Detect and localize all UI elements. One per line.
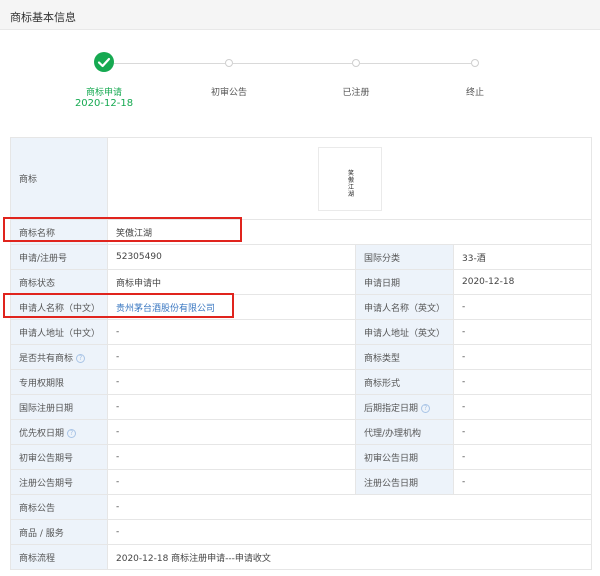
trademark-image-cell: 笑傲江湖	[106, 137, 593, 220]
field-label: 申请/注册号	[10, 244, 108, 270]
question-icon[interactable]: ?	[421, 403, 431, 413]
field-label: 专用权期限	[10, 369, 108, 395]
applicant-cn-link[interactable]: 贵州茅台酒股份有限公司	[116, 304, 215, 314]
applicant-cn-cell: 贵州茅台酒股份有限公司	[107, 294, 356, 320]
section-header: 商标基本信息	[0, 0, 600, 30]
trademark-image-text: 笑傲江湖	[347, 169, 354, 198]
step-date-apply: 2020-12-18	[74, 98, 134, 109]
table-row: 申请人名称（中文） 贵州茅台酒股份有限公司 申请人名称（英文） -	[10, 294, 593, 320]
field-label: 初审公告期号	[10, 444, 108, 470]
table-row: 商品 / 服务 -	[10, 519, 593, 545]
field-label-cell: 是否共有商标?	[10, 344, 108, 370]
table-row: 是否共有商标? - 商标类型 -	[10, 344, 593, 370]
field-label: 商标名称	[10, 219, 108, 245]
field-label: 代理/办理机构	[355, 419, 454, 445]
field-label: 注册公告日期	[355, 469, 454, 495]
step-dot	[225, 59, 233, 67]
step-label-terminated: 终止	[465, 88, 484, 98]
field-label: 商品 / 服务	[10, 519, 108, 545]
progress-steps: 商标申请 2020-12-18 初审公告 已注册 终止	[0, 40, 600, 120]
reg-no-value: 52305490	[107, 244, 356, 270]
field-label: 申请日期	[355, 269, 454, 295]
exclusive-period-value: -	[107, 369, 356, 395]
tm-type-value: -	[452, 344, 593, 370]
step-dot	[352, 59, 360, 67]
field-label-cell: 后期指定日期?	[355, 394, 454, 420]
table-row: 商标公告 -	[10, 494, 593, 520]
intl-class-value: 33-酒	[452, 244, 593, 270]
intl-reg-date-value: -	[107, 394, 356, 420]
status-value: 商标申请中	[107, 269, 356, 295]
goods-value: -	[106, 519, 593, 545]
table-row: 商标 笑傲江湖	[10, 137, 593, 220]
field-label: 申请人名称（中文）	[10, 294, 108, 320]
tm-form-value: -	[452, 369, 593, 395]
table-row: 国际注册日期 - 后期指定日期? -	[10, 394, 593, 420]
field-label: 初审公告日期	[355, 444, 454, 470]
step-label-registered: 已注册	[342, 88, 370, 98]
field-label: 商标形式	[355, 369, 454, 395]
progress-line	[233, 63, 352, 64]
applicant-en-value: -	[452, 294, 593, 320]
field-label: 商标公告	[10, 494, 108, 520]
address-en-value: -	[452, 319, 593, 345]
step-dot	[471, 59, 479, 67]
agency-value: -	[452, 419, 593, 445]
progress-line	[114, 63, 225, 64]
trademark-image[interactable]: 笑傲江湖	[318, 146, 382, 211]
check-circle-icon	[94, 52, 114, 72]
shared-value: -	[107, 344, 356, 370]
reg-ann-no-value: -	[107, 469, 356, 495]
table-row: 申请/注册号 52305490 国际分类 33-酒	[10, 244, 593, 270]
apply-date-value: 2020-12-18	[452, 269, 593, 295]
table-row: 优先权日期? - 代理/办理机构 -	[10, 419, 593, 445]
field-label: 国际注册日期	[10, 394, 108, 420]
address-cn-value: -	[107, 319, 356, 345]
table-row: 申请人地址（中文） - 申请人地址（英文） -	[10, 319, 593, 345]
trademark-info-table: 商标 笑傲江湖 商标名称 笑傲江湖 申请/注册号 52305490 国际分类 3…	[10, 137, 593, 570]
field-label: 后期指定日期	[364, 403, 419, 414]
field-label: 申请人地址（中文）	[10, 319, 108, 345]
trademark-name-value: 笑傲江湖	[106, 219, 593, 245]
step-label-prelim: 初审公告	[210, 88, 247, 98]
later-date-value: -	[452, 394, 593, 420]
process-value: 2020-12-18 商标注册申请---申请收文	[106, 544, 593, 570]
trademark-image-label: 商标	[10, 137, 108, 220]
prelim-no-value: -	[107, 444, 356, 470]
field-label: 申请人地址（英文）	[355, 319, 454, 345]
field-label: 商标状态	[10, 269, 108, 295]
section-title: 商标基本信息	[10, 11, 76, 24]
field-label: 优先权日期	[19, 428, 65, 439]
announcement-value: -	[106, 494, 593, 520]
table-row: 商标名称 笑傲江湖	[10, 219, 593, 245]
field-label: 注册公告期号	[10, 469, 108, 495]
priority-date-value: -	[107, 419, 356, 445]
question-icon[interactable]: ?	[76, 353, 86, 363]
field-label: 商标流程	[10, 544, 108, 570]
reg-ann-date-value: -	[452, 469, 593, 495]
table-row: 注册公告期号 - 注册公告日期 -	[10, 469, 593, 495]
field-label: 商标类型	[355, 344, 454, 370]
field-label-cell: 优先权日期?	[10, 419, 108, 445]
table-row: 商标流程 2020-12-18 商标注册申请---申请收文	[10, 544, 593, 570]
progress-line	[360, 63, 471, 64]
prelim-date-value: -	[452, 444, 593, 470]
field-label: 是否共有商标	[19, 353, 74, 364]
step-label-apply: 商标申请	[85, 88, 122, 98]
table-row: 初审公告期号 - 初审公告日期 -	[10, 444, 593, 470]
field-label: 国际分类	[355, 244, 454, 270]
table-row: 商标状态 商标申请中 申请日期 2020-12-18	[10, 269, 593, 295]
field-label: 申请人名称（英文）	[355, 294, 454, 320]
table-row: 专用权期限 - 商标形式 -	[10, 369, 593, 395]
question-icon[interactable]: ?	[67, 428, 77, 438]
